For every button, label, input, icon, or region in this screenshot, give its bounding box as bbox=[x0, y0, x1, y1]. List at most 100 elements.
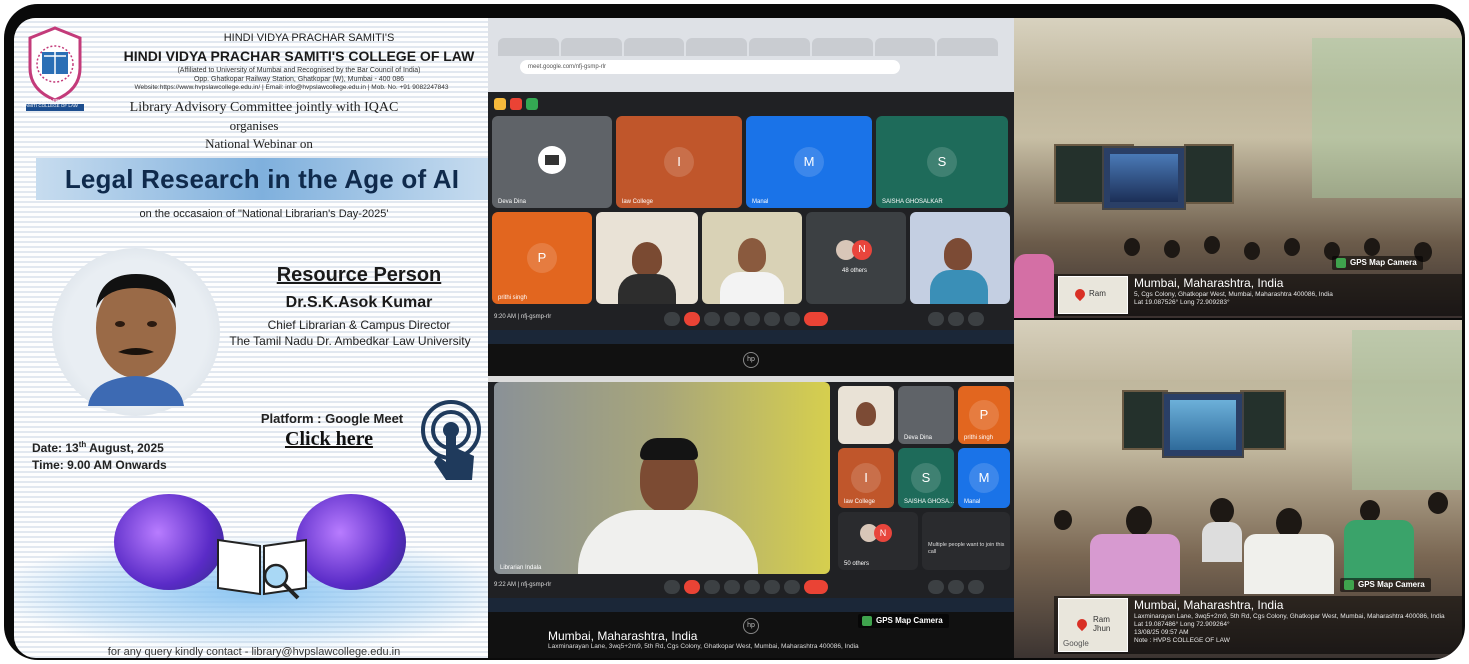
meet-screen-grid: meet.google.com/nfj-gsmp-rlr Deva Dina I… bbox=[488, 18, 1014, 376]
present-button[interactable] bbox=[744, 312, 760, 326]
gps-badge: GPS Map Camera bbox=[858, 614, 949, 628]
info-button[interactable] bbox=[928, 580, 944, 594]
projector-screen bbox=[1162, 392, 1244, 458]
browser-tab[interactable] bbox=[874, 38, 936, 56]
location-address: Laxminarayan Lane, 3wq5+2m9, 5th Rd, Cgs… bbox=[1134, 613, 1445, 620]
participant-video[interactable] bbox=[702, 212, 802, 304]
more-options-button[interactable] bbox=[784, 580, 800, 594]
tile-initial: S bbox=[911, 463, 941, 493]
location-coords: Lat 19.087486° Long 72.909264° bbox=[1134, 621, 1230, 628]
leave-call-button[interactable] bbox=[804, 580, 828, 594]
captions-button[interactable] bbox=[704, 312, 720, 326]
location-details: 5, Cgs Colony, Ghatkopar West, Mumbai, M… bbox=[1134, 291, 1462, 307]
camera-button[interactable] bbox=[684, 312, 700, 326]
browser-tab[interactable] bbox=[623, 38, 685, 56]
tile-initial: S bbox=[927, 147, 957, 177]
layout-icon[interactable] bbox=[526, 98, 538, 110]
speaker-university: The Tamil Nadu Dr. Ambedkar Law Universi… bbox=[229, 334, 471, 348]
participant-tile[interactable]: P prithi singh bbox=[492, 212, 592, 304]
tile-initial: M bbox=[969, 463, 999, 493]
address-line: Opp. Ghatkopar Railway Station, Ghatkopa… bbox=[193, 76, 405, 83]
captions-button[interactable] bbox=[704, 580, 720, 594]
tile-label: Deva Dina bbox=[498, 199, 527, 205]
chat-button[interactable] bbox=[968, 580, 984, 594]
participant-tile[interactable]: Deva Dina bbox=[492, 116, 612, 208]
event-time: Time: 9.00 AM Onwards bbox=[32, 458, 167, 472]
browser-tab[interactable] bbox=[498, 38, 559, 56]
participant-tile[interactable]: S SAISHA GHOSA... bbox=[898, 448, 954, 508]
leave-call-button[interactable] bbox=[804, 312, 828, 326]
location-coords: Lat 19.087526° Long 72.909283° bbox=[1134, 299, 1230, 306]
record-icon[interactable] bbox=[510, 98, 522, 110]
browser-tab[interactable] bbox=[749, 38, 810, 56]
participant-face bbox=[944, 238, 972, 270]
speaker-shirt bbox=[578, 510, 758, 574]
participant-tile[interactable]: I law College bbox=[838, 448, 894, 508]
map-thumbnail: Ram Jhun Google bbox=[1058, 598, 1128, 652]
participant-body bbox=[930, 270, 988, 304]
participant-tile[interactable]: M Manal bbox=[958, 448, 1010, 508]
more-options-button[interactable] bbox=[784, 312, 800, 326]
organiser-line-1: Library Advisory Committee jointly with … bbox=[129, 100, 399, 115]
projector-screen bbox=[1102, 146, 1186, 210]
browser-tab[interactable] bbox=[811, 38, 873, 56]
others-tile[interactable]: N 50 others bbox=[838, 512, 918, 570]
browser-tab[interactable] bbox=[686, 38, 747, 56]
app-icon[interactable] bbox=[494, 98, 506, 110]
tile-label: Deva Dina bbox=[904, 435, 933, 441]
map-pin-icon bbox=[1074, 616, 1090, 632]
gps-badge: GPS Map Camera bbox=[1332, 256, 1423, 270]
participant-tile[interactable]: I law College bbox=[616, 116, 742, 208]
participant-video[interactable] bbox=[596, 212, 698, 304]
attendee bbox=[1054, 510, 1072, 530]
emoji-button[interactable] bbox=[724, 580, 740, 594]
browser-tab[interactable] bbox=[937, 38, 998, 56]
click-here-link[interactable]: Click here bbox=[264, 428, 394, 451]
raise-hand-button[interactable] bbox=[764, 312, 780, 326]
logo-caption: HINDI VIDYA PRACHAR SAMITI COLLEGE OF LA… bbox=[22, 98, 78, 108]
info-button[interactable] bbox=[928, 312, 944, 326]
attendee-clothing bbox=[1014, 254, 1054, 318]
meeting-time: 9:20 AM | nfj-gsmp-rlr bbox=[494, 314, 552, 320]
participant-tile[interactable]: M Manal bbox=[746, 116, 872, 208]
main-speaker-video[interactable]: Librarian Indala bbox=[494, 382, 830, 574]
emoji-button[interactable] bbox=[724, 312, 740, 326]
participant-video[interactable] bbox=[838, 386, 894, 444]
participant-tile[interactable]: P prithi singh bbox=[958, 386, 1010, 444]
attendee-clothing bbox=[1090, 534, 1180, 594]
participant-video[interactable] bbox=[910, 212, 1010, 304]
browser-tab[interactable] bbox=[560, 38, 622, 56]
window bbox=[1312, 38, 1462, 198]
attendee bbox=[1364, 238, 1380, 256]
webinar-title: Legal Research in the Age of AI bbox=[64, 164, 460, 194]
classroom-photo-1: GPS Map Camera Ram Mumbai, Maharashtra, … bbox=[1014, 18, 1462, 318]
date-rest: August, 2025 bbox=[86, 441, 164, 455]
mic-button[interactable] bbox=[664, 312, 680, 326]
participant-tile[interactable]: S SAISHA GHOSALKAR bbox=[876, 116, 1008, 208]
affiliation-line: (Affiliated to University of Mumbai and … bbox=[177, 67, 421, 74]
tile-label: prithi singh bbox=[964, 435, 994, 441]
others-count: 50 others bbox=[844, 561, 870, 567]
present-button[interactable] bbox=[744, 580, 760, 594]
others-tile[interactable]: N 48 others bbox=[806, 212, 906, 304]
mic-button[interactable] bbox=[664, 580, 680, 594]
event-date: Date: 13th August, 2025 bbox=[32, 440, 252, 455]
avatar-initial: N bbox=[874, 524, 892, 542]
avatar-initial: N bbox=[852, 240, 872, 260]
raise-hand-button[interactable] bbox=[764, 580, 780, 594]
tile-initial: P bbox=[969, 400, 999, 430]
address-bar[interactable]: meet.google.com/nfj-gsmp-rlr bbox=[520, 60, 900, 74]
chat-button[interactable] bbox=[968, 312, 984, 326]
camera-button[interactable] bbox=[684, 580, 700, 594]
tile-label: SAISHA GHOSALKAR bbox=[882, 199, 943, 205]
join-request-notice[interactable]: Multiple people want to join this call bbox=[922, 512, 1010, 570]
gps-stamp: Ram Mumbai, Maharashtra, India 5, Cgs Co… bbox=[1054, 274, 1462, 316]
tile-initial: I bbox=[851, 463, 881, 493]
organiser-line-3: National Webinar on bbox=[205, 136, 313, 151]
people-button[interactable] bbox=[948, 312, 964, 326]
platform-label: Platform : Google Meet bbox=[260, 411, 404, 426]
location-city: Mumbai, Maharashtra, India bbox=[1134, 276, 1284, 290]
people-button[interactable] bbox=[948, 580, 964, 594]
location-details: Laxminarayan Lane, 3wq5+2m9, 5th Rd, Cgs… bbox=[1134, 613, 1462, 645]
participant-tile[interactable]: Deva Dina bbox=[898, 386, 954, 444]
